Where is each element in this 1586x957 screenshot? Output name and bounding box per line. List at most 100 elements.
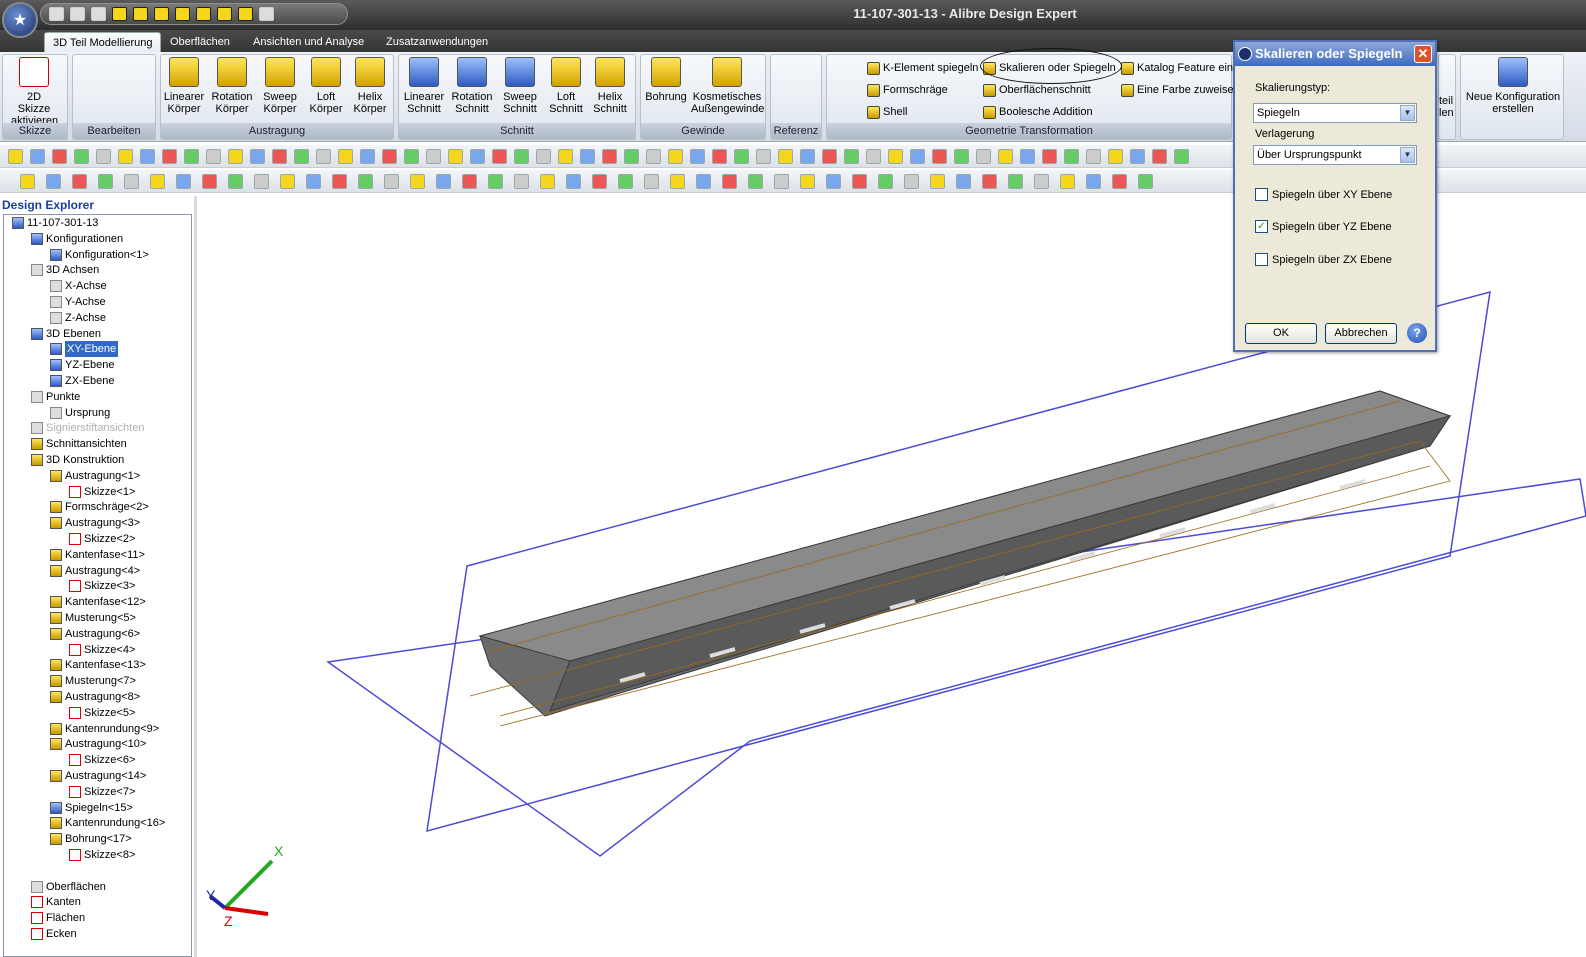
toolbar-button[interactable] — [384, 174, 399, 189]
toolbar-button[interactable] — [382, 149, 397, 164]
farbe-zuweisen-button[interactable]: Eine Farbe zuweisen — [1121, 81, 1240, 99]
checkbox-box[interactable] — [1255, 253, 1268, 266]
toolbar-button[interactable] — [74, 149, 89, 164]
toolbar-button[interactable] — [888, 149, 903, 164]
toolbar-button[interactable] — [72, 174, 87, 189]
toolbar-button[interactable] — [294, 149, 309, 164]
tree-node-a1[interactable]: Austragung<1> — [50, 468, 140, 484]
toolbar-button[interactable] — [1138, 174, 1153, 189]
toolbar-button[interactable] — [580, 149, 595, 164]
toolbar-button[interactable] — [272, 149, 287, 164]
toolbar-button[interactable] — [822, 149, 837, 164]
toolbar-button[interactable] — [734, 149, 749, 164]
toolbar-button[interactable] — [30, 149, 45, 164]
toolbar-button[interactable] — [932, 149, 947, 164]
tree-node-k13[interactable]: Kantenfase<13> — [50, 657, 146, 673]
chevron-down-icon[interactable]: ▼ — [1400, 147, 1415, 163]
toolbar-button[interactable] — [254, 174, 269, 189]
toolbar-button[interactable] — [646, 149, 661, 164]
toolbar-button[interactable] — [470, 149, 485, 164]
tree-node-xachse[interactable]: X-Achse — [50, 278, 107, 294]
app-menu-button[interactable]: ★ — [2, 2, 38, 38]
verlagerung-select[interactable]: Über Ursprungspunkt ▼ — [1253, 145, 1417, 165]
tree-node-punkte[interactable]: Punkte — [31, 389, 80, 405]
toolbar-button[interactable] — [162, 149, 177, 164]
toolbar-button[interactable] — [998, 149, 1013, 164]
toolbar-button[interactable] — [670, 174, 685, 189]
toolbar-button[interactable] — [976, 149, 991, 164]
toolbar-button[interactable] — [410, 174, 425, 189]
toolbar-button[interactable] — [426, 149, 441, 164]
tab-ansichten[interactable]: Ansichten und Analyse — [245, 32, 372, 52]
toolbar-button[interactable] — [358, 174, 373, 189]
toolbar-button[interactable] — [1086, 149, 1101, 164]
toolbar-button[interactable] — [492, 149, 507, 164]
toolbar-button[interactable] — [696, 174, 711, 189]
toolbar-button[interactable] — [1020, 149, 1035, 164]
toolbar-button[interactable] — [982, 174, 997, 189]
tree-node-k11[interactable]: Kantenfase<11> — [50, 547, 145, 563]
tree-node-a6[interactable]: Austragung<6> — [50, 626, 140, 642]
toolbar-button[interactable] — [602, 149, 617, 164]
boolesche-addition-button[interactable]: Boolesche Addition — [983, 103, 1093, 121]
rotation-koerper-button[interactable]: Rotation Körper — [209, 57, 255, 115]
toolbar-button[interactable] — [930, 174, 945, 189]
help-icon[interactable]: ? — [1407, 323, 1427, 343]
toolbar-button[interactable] — [774, 174, 789, 189]
toolbar-button[interactable] — [404, 149, 419, 164]
tree-node-a8[interactable]: Austragung<8> — [50, 689, 140, 705]
toolbar-button[interactable] — [280, 174, 295, 189]
toolbar-button[interactable] — [1130, 149, 1145, 164]
sweep-schnitt-button[interactable]: Sweep Schnitt — [497, 57, 543, 115]
tree-node-schnittansichten[interactable]: Schnittansichten — [31, 436, 127, 452]
toolbar-button[interactable] — [748, 174, 763, 189]
toolbar-button[interactable] — [1174, 149, 1189, 164]
toolbar-button[interactable] — [722, 174, 737, 189]
toolbar-button[interactable] — [228, 149, 243, 164]
tree-node-konstruktion[interactable]: 3D Konstruktion — [31, 452, 124, 468]
toolbar-button[interactable] — [1042, 149, 1057, 164]
skalierungstyp-select[interactable]: Spiegeln ▼ — [1253, 103, 1417, 123]
toolbar-button[interactable] — [690, 149, 705, 164]
toolbar-button[interactable] — [1108, 149, 1123, 164]
loft-schnitt-button[interactable]: Loft Schnitt — [543, 57, 589, 115]
checkbox-box[interactable]: ✓ — [1255, 220, 1268, 233]
toolbar-button[interactable] — [124, 174, 139, 189]
tree-node-ebenen[interactable]: 3D Ebenen — [31, 326, 101, 342]
tree-node-m5[interactable]: Musterung<5> — [50, 610, 136, 626]
tree-node-root[interactable]: 11-107-301-13 — [12, 215, 98, 231]
checkbox-zx[interactable]: Spiegeln über ZX Ebene — [1255, 253, 1392, 266]
tree-node-a14[interactable]: Austragung<14> — [50, 768, 146, 784]
toolbar-button[interactable] — [566, 174, 581, 189]
toolbar-button[interactable] — [140, 149, 155, 164]
tree-node-s1[interactable]: Skizze<1> — [69, 484, 135, 500]
tab-zusatz[interactable]: Zusatzanwendungen — [378, 32, 496, 52]
toolbar-button[interactable] — [360, 149, 375, 164]
chevron-down-icon[interactable]: ▼ — [1400, 105, 1415, 121]
bohrung-button[interactable]: Bohrung — [643, 57, 689, 103]
toolbar-button[interactable] — [800, 174, 815, 189]
tree-node-a10[interactable]: Austragung<10> — [50, 736, 146, 752]
formschraege-button[interactable]: Formschräge — [867, 81, 948, 99]
toolbar-button[interactable] — [592, 174, 607, 189]
tree-node-xyebene[interactable]: XY-Ebene — [50, 341, 119, 358]
tree-node-kanten[interactable]: Kanten — [31, 894, 81, 910]
toolbar-button[interactable] — [306, 174, 321, 189]
checkbox-yz[interactable]: ✓ Spiegeln über YZ Ebene — [1255, 220, 1392, 233]
toolbar-button[interactable] — [1008, 174, 1023, 189]
tree-node-m7[interactable]: Musterung<7> — [50, 673, 136, 689]
tree-node-ursprung[interactable]: Ursprung — [50, 405, 110, 421]
tree-node-konfiguration1[interactable]: Konfiguration<1> — [50, 247, 149, 263]
checkbox-xy[interactable]: Spiegeln über XY Ebene — [1255, 188, 1392, 201]
tree-node-a4[interactable]: Austragung<4> — [50, 563, 140, 579]
toolbar-button[interactable] — [800, 149, 815, 164]
close-icon[interactable]: ✕ — [1414, 45, 1432, 63]
toolbar-button[interactable] — [436, 174, 451, 189]
toolbar-button[interactable] — [536, 149, 551, 164]
linearer-schnitt-button[interactable]: Linearer Schnitt — [401, 57, 447, 115]
toolbar-button[interactable] — [448, 149, 463, 164]
toolbar-button[interactable] — [878, 174, 893, 189]
toolbar-button[interactable] — [712, 149, 727, 164]
abbrechen-button[interactable]: Abbrechen — [1325, 323, 1397, 344]
toolbar-button[interactable] — [904, 174, 919, 189]
